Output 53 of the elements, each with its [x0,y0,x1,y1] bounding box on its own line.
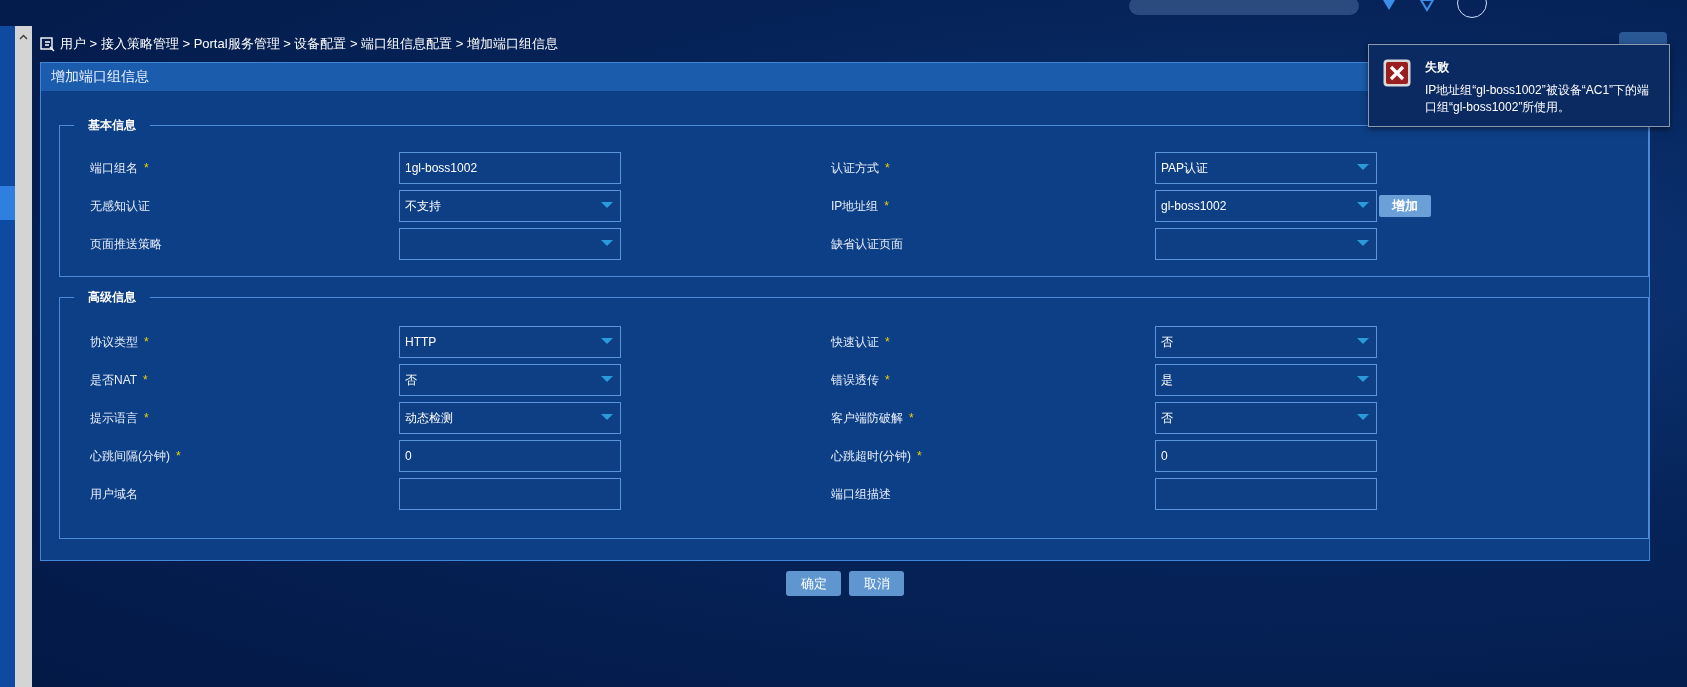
input-field[interactable]: 0 [1155,440,1377,472]
select-field[interactable] [399,228,621,260]
caret-icon [601,240,613,246]
caret-icon [1357,338,1369,344]
caret-icon [1357,240,1369,246]
field-label: 快速认证 * [831,333,891,351]
field-label: 心跳超时(分钟) * [831,447,923,465]
field-label: 心跳间隔(分钟) * [89,447,182,465]
caret-icon [601,414,613,420]
input-field[interactable] [399,478,621,510]
section-title: 高级信息 [87,289,137,306]
input-field[interactable]: 0 [399,440,621,472]
caret-icon [1357,376,1369,382]
field-label: 客户端防破解 * [831,409,915,427]
select-field[interactable]: gl-boss1002 [1155,190,1377,222]
field-label: 是否NAT * [89,371,149,389]
toast-message: IP地址组“gl-boss1002”被设备“AC1”下的端口组“gl-boss1002”所使用。 [1425,82,1651,116]
select-field[interactable] [1155,228,1377,260]
select-field[interactable]: 是 [1155,364,1377,396]
config-icon [40,36,56,52]
field-label: 认证方式 * [831,159,891,177]
search-field[interactable] [1129,0,1359,15]
field-label: 缺省认证页面 [831,235,904,253]
caret-icon [601,338,613,344]
field-label: 错误透传 * [831,371,891,389]
caret-icon [1357,202,1369,208]
select-field[interactable]: 动态检测 [399,402,621,434]
caret-icon [1357,164,1369,170]
field-label: 页面推送策略 [89,235,163,253]
field-label: 端口组名 * [89,159,150,177]
scrollbar[interactable] [15,26,32,687]
select-field[interactable]: 否 [399,364,621,396]
breadcrumb: 用户 > 接入策略管理 > Portal服务管理 > 设备配置 > 端口组信息配置 > 增加端口组信息 [60,35,559,53]
field-label: 端口组描述 [831,485,892,503]
field-label: 无感知认证 [89,197,151,215]
error-icon [1383,59,1411,87]
field-label: IP地址组 * [831,197,890,215]
caret-icon [601,376,613,382]
select-field[interactable]: 否 [1155,326,1377,358]
select-field[interactable]: 不支持 [399,190,621,222]
caret-icon [601,202,613,208]
select-field[interactable]: HTTP [399,326,621,358]
panel-title: 增加端口组信息 [51,68,149,86]
input-field[interactable]: 1gl-boss1002 [399,152,621,184]
field-label: 协议类型 * [89,333,150,351]
caret-icon [1357,414,1369,420]
input-field[interactable] [1155,478,1377,510]
toast-title: 失败 [1425,59,1450,76]
field-label: 用户域名 [89,485,139,503]
section-title: 基本信息 [87,117,137,134]
select-field[interactable]: PAP认证 [1155,152,1377,184]
field-label: 提示语言 * [89,409,150,427]
select-field[interactable]: 否 [1155,402,1377,434]
